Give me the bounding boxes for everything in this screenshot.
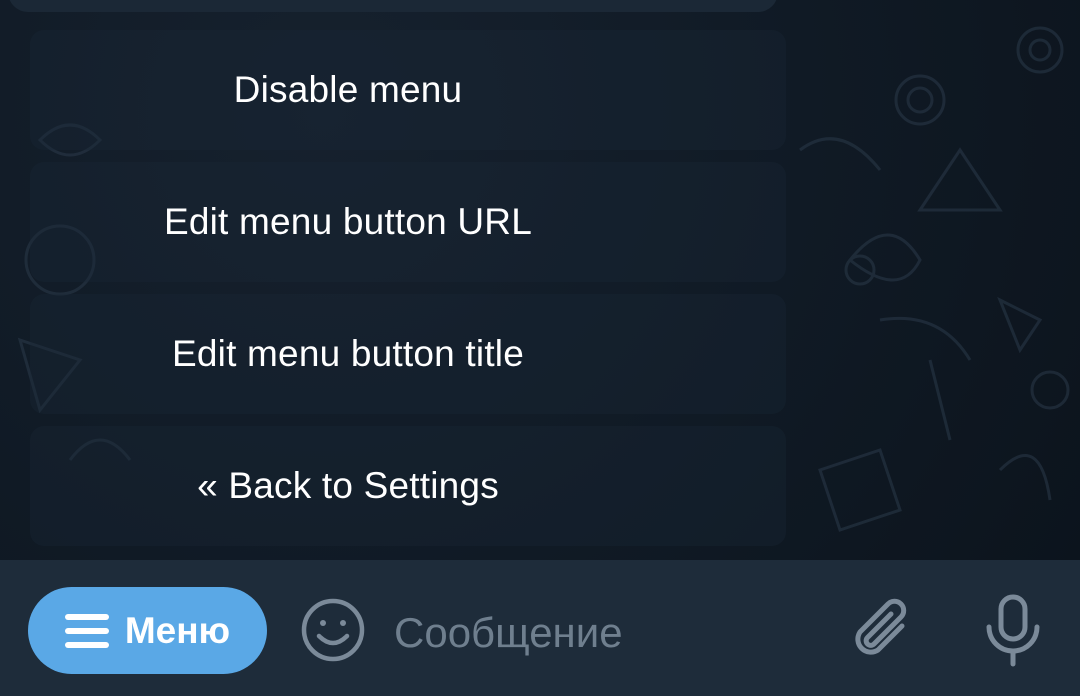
message-input[interactable] — [392, 598, 826, 668]
emoji-icon — [301, 598, 365, 662]
bot-menu-button[interactable]: Меню — [28, 587, 267, 674]
hamburger-icon — [64, 613, 109, 648]
keyboard-button-label: Disable menu — [233, 69, 463, 110]
microphone-icon — [986, 594, 1040, 667]
keyboard-button-edit-url[interactable]: Edit menu button URL — [30, 162, 786, 282]
emoji-button[interactable] — [300, 597, 366, 663]
previous-message-bubble — [8, 0, 778, 12]
keyboard-button-disable-menu[interactable]: Disable menu — [30, 30, 786, 150]
keyboard-button-back-to-settings[interactable]: « Back to Settings — [30, 426, 786, 546]
paperclip-icon — [855, 598, 907, 655]
keyboard-button-label: « Back to Settings — [197, 465, 499, 506]
attach-button[interactable] — [850, 596, 916, 666]
menu-button-label: Меню — [124, 609, 231, 651]
keyboard-button-label: Edit menu button URL — [163, 201, 533, 242]
microphone-button[interactable] — [982, 594, 1044, 668]
keyboard-button-label: Edit menu button title — [172, 333, 524, 374]
keyboard-button-edit-title[interactable]: Edit menu button title — [30, 294, 786, 414]
